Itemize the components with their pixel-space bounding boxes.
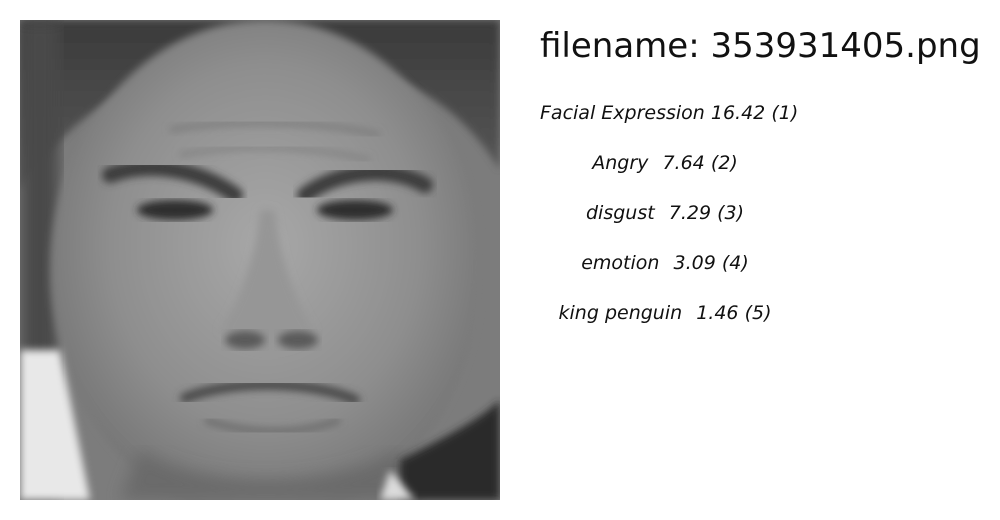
prediction-item: king penguin 1.46 (5) [540, 300, 790, 350]
grayscale-face-photo-icon [20, 20, 500, 500]
prediction-item: Angry 7.64 (2) [540, 150, 790, 200]
prediction-label: Angry [592, 152, 649, 174]
filename-heading: filename: 353931405.png [540, 22, 981, 70]
prediction-score: 16.42 [710, 102, 766, 124]
prediction-label: Facial Expression [540, 102, 705, 124]
face-photo [20, 20, 500, 500]
filename-prefix: filename: [540, 26, 700, 66]
prediction-item: disgust 7.29 (3) [540, 200, 790, 250]
prediction-score: 3.09 [673, 252, 716, 274]
prediction-label: king penguin [558, 302, 683, 324]
prediction-score: 7.29 [668, 202, 712, 224]
prediction-list: Facial Expression 16.42 (1) Angry 7.64 (… [540, 100, 798, 350]
prediction-score: 7.64 [662, 152, 705, 174]
prediction-rank: (5) [744, 302, 772, 324]
prediction-item: emotion 3.09 (4) [540, 250, 790, 300]
prediction-item: Facial Expression 16.42 (1) [540, 100, 798, 150]
prediction-label: disgust [585, 202, 655, 224]
prediction-rank: (2) [710, 152, 738, 174]
prediction-rank: (1) [771, 102, 799, 124]
filename-value: 353931405.png [710, 26, 981, 66]
prediction-score: 1.46 [696, 302, 739, 324]
prediction-label: emotion [581, 252, 660, 274]
info-panel: filename: 353931405.png Facial Expressio… [540, 22, 981, 350]
prediction-rank: (3) [717, 202, 745, 224]
prediction-rank: (4) [721, 252, 749, 274]
